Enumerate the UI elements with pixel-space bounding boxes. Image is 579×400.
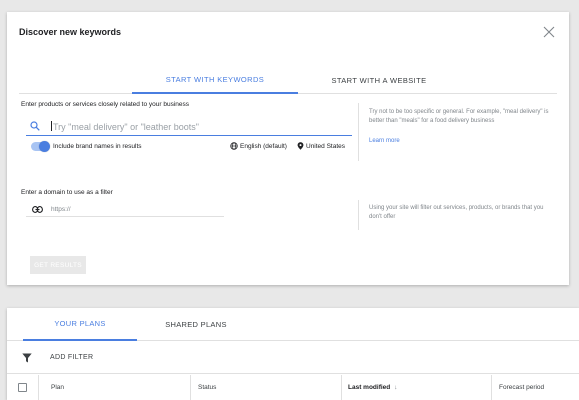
plans-table-header: Plan Status Last modified ↓ Forecast per… (7, 375, 579, 400)
dialog-title: Discover new keywords (19, 27, 122, 37)
keywords-help-text: Try not to be too specific or general. F… (369, 109, 549, 124)
dialog-tabs: START WITH KEYWORDS START WITH A WEBSITE (19, 66, 557, 94)
domain-help-text: Using your site will filter out services… (369, 205, 544, 220)
column-header-forecast-period[interactable]: Forecast period (499, 384, 544, 391)
filter-icon[interactable] (22, 353, 32, 363)
language-selector[interactable]: English (default) (230, 142, 287, 150)
last-modified-label: Last modified (348, 384, 391, 391)
language-label: English (default) (240, 142, 287, 150)
domain-field[interactable] (26, 203, 224, 217)
location-pin-icon (297, 142, 304, 150)
keyword-search-input[interactable] (53, 119, 343, 134)
plans-tabs: YOUR PLANS SHARED PLANS (7, 308, 579, 341)
column-separator (38, 375, 39, 400)
domain-section-label: Enter a domain to use as a filter (21, 189, 113, 196)
domain-help-divider (358, 200, 359, 230)
get-results-button[interactable]: GET RESULTS (30, 256, 86, 274)
filter-bar: ADD FILTER (7, 342, 579, 374)
text-cursor (51, 121, 52, 131)
learn-more-link[interactable]: Learn more (369, 138, 400, 144)
tab-your-plans[interactable]: YOUR PLANS (23, 308, 137, 341)
select-all-checkbox[interactable] (18, 383, 27, 392)
keyword-search-field[interactable] (26, 118, 352, 136)
column-header-last-modified[interactable]: Last modified ↓ (348, 384, 397, 391)
help-divider (358, 103, 359, 161)
column-separator (491, 375, 492, 400)
tab-start-with-keywords[interactable]: START WITH KEYWORDS (132, 66, 298, 94)
discover-keywords-dialog: Discover new keywords START WITH KEYWORD… (7, 12, 569, 285)
tab-start-with-website[interactable]: START WITH A WEBSITE (299, 66, 459, 94)
keywords-section-label: Enter products or services closely relat… (21, 101, 189, 108)
brand-names-toggle[interactable] (31, 141, 50, 152)
sort-descending-icon: ↓ (394, 384, 398, 391)
tab-shared-plans[interactable]: SHARED PLANS (139, 308, 253, 341)
column-header-status[interactable]: Status (198, 384, 216, 391)
column-separator (190, 375, 191, 400)
add-filter-button[interactable]: ADD FILTER (50, 354, 93, 361)
search-icon (30, 121, 40, 131)
globe-icon (230, 142, 238, 150)
domain-input[interactable] (51, 203, 221, 216)
toggle-knob (39, 141, 50, 152)
column-separator (341, 375, 342, 400)
location-label: United States (306, 142, 346, 150)
brand-names-toggle-label: Include brand names in results (53, 143, 142, 150)
plans-panel: YOUR PLANS SHARED PLANS ADD FILTER Plan … (7, 308, 579, 400)
close-icon[interactable] (543, 26, 555, 38)
link-icon (32, 206, 43, 213)
column-header-plan[interactable]: Plan (51, 384, 64, 391)
location-selector[interactable]: United States (297, 142, 345, 150)
